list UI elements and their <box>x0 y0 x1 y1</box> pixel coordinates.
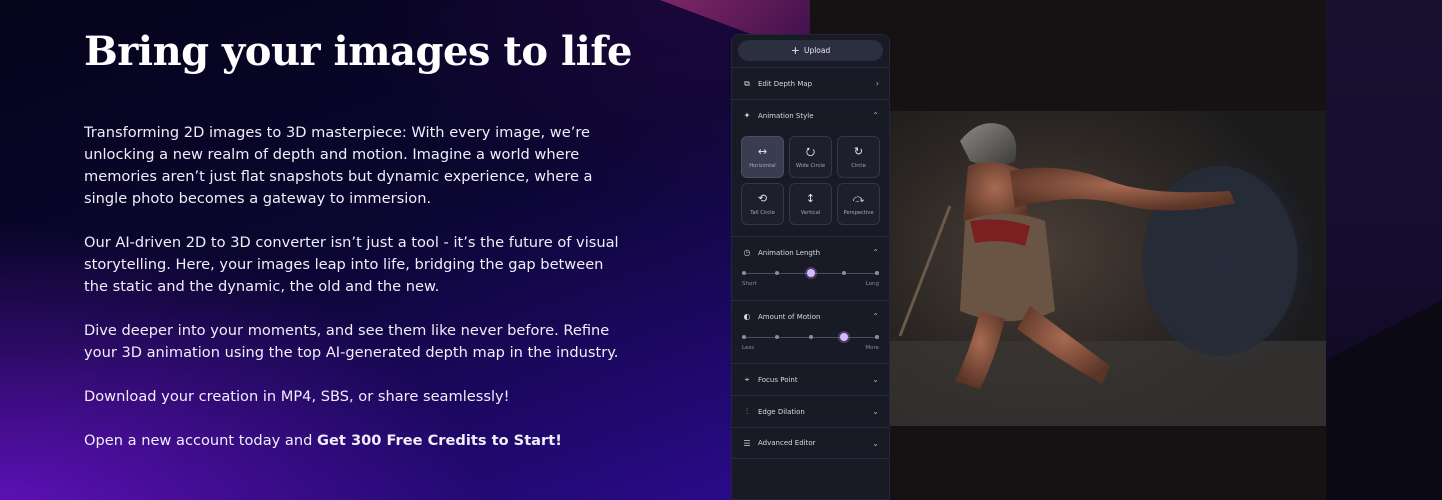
style-label: Tall Circle <box>750 209 775 216</box>
section-label: Edge Dilation <box>758 407 805 416</box>
section-label: Amount of Motion <box>758 312 821 321</box>
download-paragraph: Download your creation in MP4, SBS, or s… <box>84 388 510 405</box>
chevron-down-icon: ⌄ <box>872 375 879 384</box>
helmet <box>960 123 1017 166</box>
slider-min-label: Short <box>742 281 757 287</box>
cta-prefix: Open a new account today and <box>84 432 318 449</box>
animation-length-slider[interactable]: Short Long <box>742 269 879 291</box>
style-label: Wide Circle <box>795 162 826 169</box>
style-perspective[interactable]: ⤼ Perspective <box>837 183 880 225</box>
style-tall-circle[interactable]: ⟲ Tall Circle <box>741 183 784 225</box>
slider-step[interactable] <box>875 271 879 275</box>
section-animation-length[interactable]: ◷ Animation Length ⌃ <box>732 236 889 268</box>
section-amount-of-motion[interactable]: ◐ Amount of Motion ⌃ <box>732 300 889 332</box>
clock-icon: ◷ <box>743 248 751 257</box>
intro-paragraph: Transforming 2D images to 3D masterpiece… <box>84 124 593 207</box>
chevron-up-icon: ⌃ <box>872 312 879 321</box>
perspective-icon: ⤼ <box>852 191 865 205</box>
section-animation-style[interactable]: ✦ Animation Style ⌃ <box>732 99 889 131</box>
chevron-down-icon: ⌄ <box>872 438 879 448</box>
chevron-up-icon: ⌃ <box>872 111 879 120</box>
style-circle[interactable]: ↻ Circle <box>837 136 880 178</box>
slider-min-label: Less <box>742 345 755 351</box>
side-decoration <box>1326 0 1442 500</box>
horizontal-arrows-icon: ↔ <box>757 144 768 158</box>
vertical-arrows-icon: ↕ <box>805 191 816 205</box>
slider-step[interactable] <box>742 271 746 275</box>
upload-label: Upload <box>803 46 831 55</box>
chevron-up-icon: ⌃ <box>872 248 879 257</box>
depth-map-paragraph: Dive deeper into your moments, and see t… <box>84 322 619 361</box>
cta-highlight[interactable]: Get 300 Free Credits to Start! <box>317 432 562 449</box>
section-edge-dilation[interactable]: ⫶ Edge Dilation ⌄ <box>732 395 889 427</box>
slider-step[interactable] <box>875 335 879 339</box>
slider-step[interactable] <box>809 335 813 339</box>
sliders-icon: ☰ <box>743 438 751 448</box>
slider-max-label: More <box>865 345 879 351</box>
slider-knob[interactable] <box>840 333 848 341</box>
focus-icon: ⌖ <box>744 374 750 384</box>
editor-panel: + Upload ⧉ Edit Depth Map › ✦ Animation … <box>731 34 890 500</box>
slider-knob[interactable] <box>807 269 815 277</box>
section-label: Animation Length <box>758 248 821 257</box>
depth-map-icon: ⧉ <box>744 78 750 88</box>
section-label: Edit Depth Map <box>758 79 813 88</box>
slider-step[interactable] <box>775 271 779 275</box>
chevron-down-icon: ⌄ <box>872 407 879 416</box>
ground <box>890 341 1326 426</box>
plus-icon: + <box>790 44 800 57</box>
style-vertical[interactable]: ↕ Vertical <box>789 183 832 225</box>
style-label: Vertical <box>800 209 821 216</box>
style-label: Horizontal <box>749 162 776 169</box>
slider-step[interactable] <box>775 335 779 339</box>
converter-paragraph: Our AI-driven 2D to 3D converter isn’t j… <box>84 234 619 295</box>
cta-paragraph: Open a new account today and Get 300 Fre… <box>84 430 624 452</box>
upload-button[interactable]: + Upload <box>738 40 883 61</box>
section-advanced-editor[interactable]: ☰ Advanced Editor ⌄ <box>732 427 889 459</box>
style-horizontal[interactable]: ↔ Horizontal <box>741 136 784 178</box>
style-wide-circle[interactable]: ⭮ Wide Circle <box>789 136 832 178</box>
hero-copy: Bring your images to life Transforming 2… <box>84 28 644 452</box>
page-title: Bring your images to life <box>84 28 633 75</box>
style-label: Perspective <box>843 209 874 216</box>
style-label: Circle <box>851 162 866 169</box>
slider-step[interactable] <box>742 335 746 339</box>
magic-wand-icon: ✦ <box>743 111 751 120</box>
section-edit-depth-map[interactable]: ⧉ Edit Depth Map › <box>732 67 889 99</box>
section-label: Focus Point <box>758 375 798 384</box>
tall-circle-icon: ⟲ <box>757 191 768 205</box>
section-label: Animation Style <box>758 111 814 120</box>
slider-step[interactable] <box>842 271 846 275</box>
amount-of-motion-slider[interactable]: Less More <box>742 333 879 355</box>
spear <box>898 205 952 337</box>
section-focus-point[interactable]: ⌖ Focus Point ⌄ <box>732 363 889 395</box>
slider-max-label: Long <box>865 281 879 287</box>
section-label: Advanced Editor <box>758 439 816 447</box>
circle-icon: ↻ <box>853 144 864 158</box>
preview-image <box>890 111 1326 426</box>
motion-icon: ◐ <box>743 312 751 321</box>
edge-dilation-icon: ⫶ <box>746 406 748 416</box>
wide-circle-icon: ⭮ <box>805 144 816 158</box>
warrior-illustration <box>890 123 1326 426</box>
chevron-right-icon: › <box>875 79 879 88</box>
